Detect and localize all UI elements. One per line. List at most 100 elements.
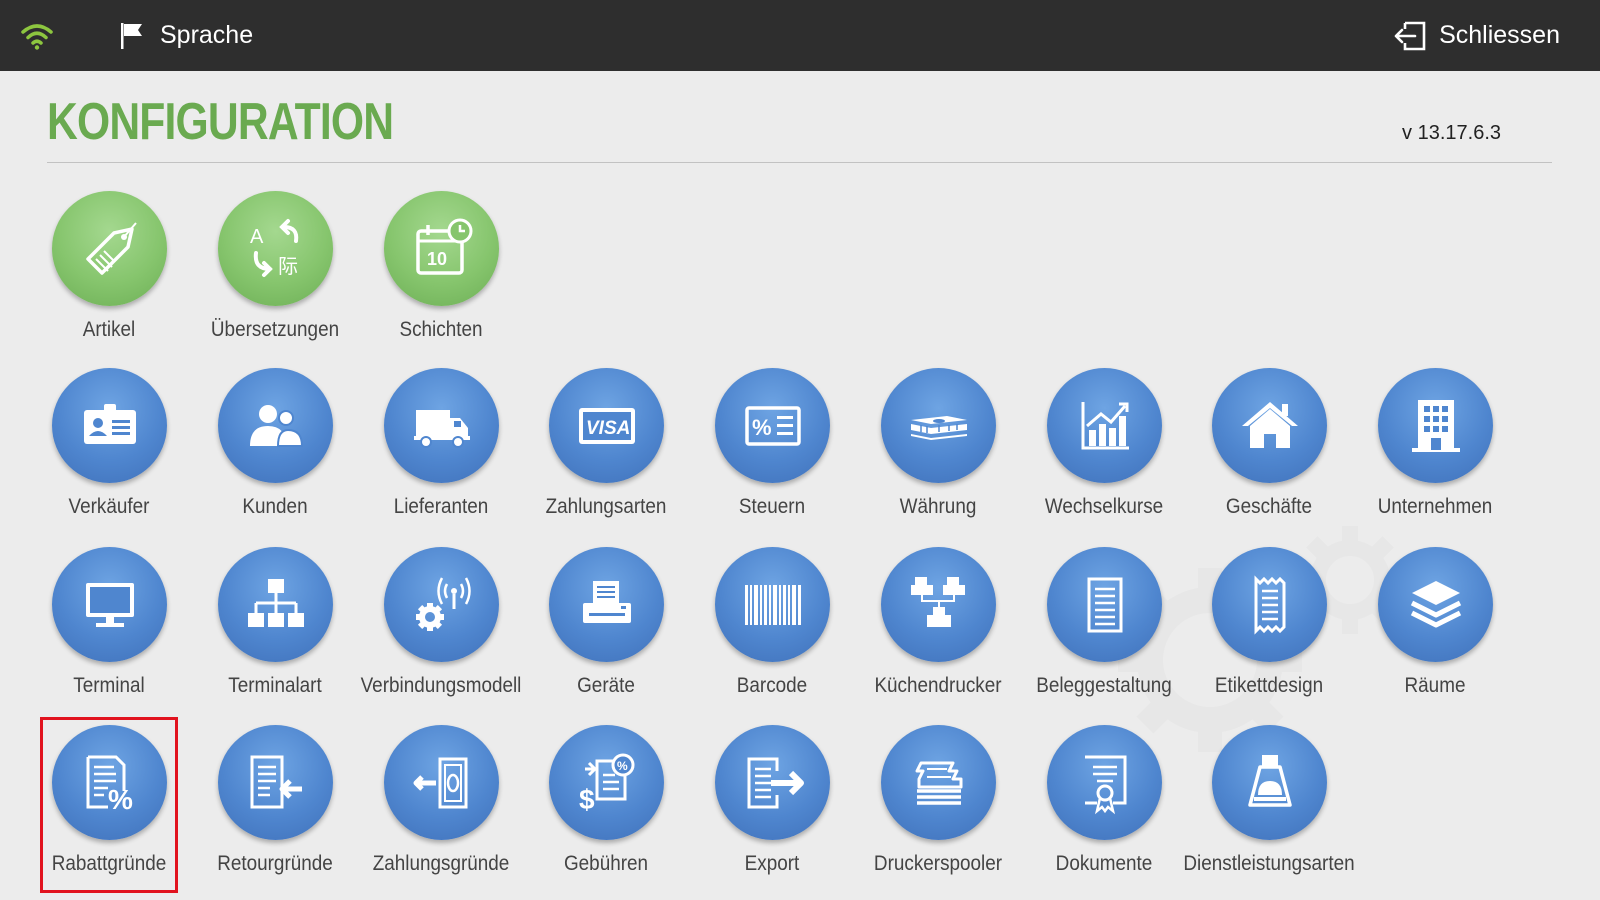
receipt-icon	[1087, 577, 1122, 632]
svg-text:%: %	[108, 784, 133, 815]
tile-uebersetzungen-label: Übersetzungen	[210, 318, 340, 341]
tile-dienstleistungsarten[interactable]: Dienstleistungsarten	[1183, 712, 1355, 882]
credit-card-icon: VISA	[578, 407, 635, 444]
export-icon	[747, 757, 804, 808]
printers-icon	[910, 576, 965, 627]
tile-terminal-circle	[52, 547, 167, 662]
tile-kunden-label: Kunden	[242, 495, 308, 518]
wifi-icon	[21, 24, 53, 50]
tile-geschaefte[interactable]: Geschäfte	[1184, 355, 1354, 525]
translate-icon: A 际	[250, 218, 298, 278]
tile-artikel[interactable]: Artikel	[24, 178, 194, 348]
label-icon	[1254, 574, 1285, 635]
tax-percent-icon: %	[744, 405, 801, 446]
tile-schichten[interactable]: 10 Schichten	[356, 178, 526, 348]
tile-kuechendrucker-label: Küchendrucker	[874, 674, 1002, 697]
tile-terminalart-circle	[218, 547, 333, 662]
tile-beleggestaltung-circle	[1047, 547, 1162, 662]
svg-text:$: $	[579, 784, 595, 815]
tile-druckerspooler-label: Druckerspooler	[873, 852, 1003, 875]
tile-retourgruende-circle	[218, 725, 333, 840]
tile-rabattgruende-label: Rabattgründe	[51, 852, 167, 875]
tile-gebuehren-label: Gebühren	[563, 852, 649, 875]
tile-rabattgruende-circle: %	[52, 725, 167, 840]
tile-uebersetzungen-circle: A 际	[218, 191, 333, 306]
house-icon	[1241, 401, 1298, 448]
tile-etikettdesign[interactable]: Etikettdesign	[1184, 534, 1354, 704]
svg-text:A: A	[250, 226, 264, 248]
svg-text:际: 际	[278, 255, 298, 278]
svg-text:10: 10	[427, 249, 447, 269]
antenna-gear-icon	[415, 576, 471, 631]
tile-zahlungsgruende[interactable]: Zahlungsgründe	[356, 712, 526, 882]
tile-wechselkurse[interactable]: Wechselkurse	[1019, 355, 1189, 525]
tile-terminal-label: Terminal	[73, 674, 145, 697]
tile-export[interactable]: Export	[687, 712, 857, 882]
return-document-icon	[250, 755, 302, 808]
tile-geraete[interactable]: Geräte	[521, 534, 691, 704]
tile-unternehmen[interactable]: Unternehmen	[1350, 355, 1520, 525]
network-tree-icon	[247, 578, 304, 627]
tile-wechselkurse-label: Wechselkurse	[1044, 495, 1164, 518]
tile-druckerspooler[interactable]: Druckerspooler	[853, 712, 1023, 882]
tile-waehrung-label: Währung	[899, 495, 977, 518]
tile-uebersetzungen[interactable]: A 际 Übersetzungen	[190, 178, 360, 348]
tile-beleggestaltung-label: Beleggestaltung	[1036, 674, 1172, 697]
tile-geraete-circle	[549, 547, 664, 662]
building-icon	[1411, 399, 1460, 452]
tile-dokumente[interactable]: Dokumente	[1019, 712, 1189, 882]
tile-artikel-circle	[52, 191, 167, 306]
tile-geraete-label: Geräte	[577, 674, 635, 697]
tile-retourgruende-label: Retourgründe	[217, 852, 333, 875]
payment-out-icon	[413, 757, 467, 808]
tile-etikettdesign-circle	[1212, 547, 1327, 662]
tile-verbindungsmodell[interactable]: Verbindungsmodell	[356, 534, 526, 704]
tile-zahlungsarten[interactable]: VISA Zahlungsarten	[521, 355, 691, 525]
tile-raeume-circle	[1378, 547, 1493, 662]
tile-geschaefte-circle	[1212, 368, 1327, 483]
chart-icon	[1081, 401, 1129, 449]
tile-zahlungsgruende-label: Zahlungsgründe	[372, 852, 510, 875]
tile-druckerspooler-circle	[881, 725, 996, 840]
tile-verbindungsmodell-label: Verbindungsmodell	[360, 674, 522, 697]
tile-verkaeufer-label: Verkäufer	[68, 495, 150, 518]
tile-raeume[interactable]: Räume	[1350, 534, 1520, 704]
service-bell-icon	[1247, 754, 1292, 807]
tile-lieferanten[interactable]: Lieferanten	[356, 355, 526, 525]
tile-gebuehren[interactable]: % $ Gebühren	[521, 712, 691, 882]
money-stack-icon	[910, 415, 967, 440]
tile-terminalart[interactable]: Terminalart	[190, 534, 360, 704]
tile-rabattgruende[interactable]: % Rabattgründe	[24, 712, 194, 882]
discount-document-icon: %	[86, 755, 133, 815]
monitor-icon	[85, 582, 134, 627]
tile-terminal[interactable]: Terminal	[24, 534, 194, 704]
tile-verkaeufer[interactable]: Verkäufer	[24, 355, 194, 525]
tile-kuechendrucker[interactable]: Küchendrucker	[853, 534, 1023, 704]
page-title: KONFIGURATION	[47, 93, 394, 151]
tile-waehrung[interactable]: Währung	[853, 355, 1023, 525]
tile-barcode-label: Barcode	[736, 674, 808, 697]
tile-kunden[interactable]: Kunden	[190, 355, 360, 525]
tile-barcode[interactable]: Barcode	[687, 534, 857, 704]
printer-icon	[582, 580, 631, 623]
truck-icon	[413, 409, 470, 448]
exit-icon	[1394, 21, 1426, 50]
tile-steuern[interactable]: % Steuern	[687, 355, 857, 525]
tile-beleggestaltung[interactable]: Beleggestaltung	[1019, 534, 1189, 704]
users-icon	[249, 404, 303, 447]
tile-dokumente-label: Dokumente	[1055, 852, 1153, 875]
tile-artikel-label: Artikel	[82, 318, 136, 341]
tile-dienstleistungsarten-circle	[1212, 725, 1327, 840]
tile-barcode-circle	[715, 547, 830, 662]
tile-lieferanten-circle	[384, 368, 499, 483]
close-button[interactable]: Schliessen	[1393, 0, 1560, 71]
language-button[interactable]: Sprache	[120, 0, 253, 71]
tile-retourgruende[interactable]: Retourgründe	[190, 712, 360, 882]
tile-zahlungsarten-label: Zahlungsarten	[545, 495, 667, 518]
tile-raeume-label: Räume	[1404, 674, 1466, 697]
certificate-icon	[1084, 755, 1126, 814]
flag-icon	[121, 22, 142, 49]
tile-schichten-label: Schichten	[399, 318, 483, 341]
tile-unternehmen-circle	[1378, 368, 1493, 483]
tile-dienstleistungsarten-label: Dienstleistungsarten	[1183, 852, 1355, 875]
